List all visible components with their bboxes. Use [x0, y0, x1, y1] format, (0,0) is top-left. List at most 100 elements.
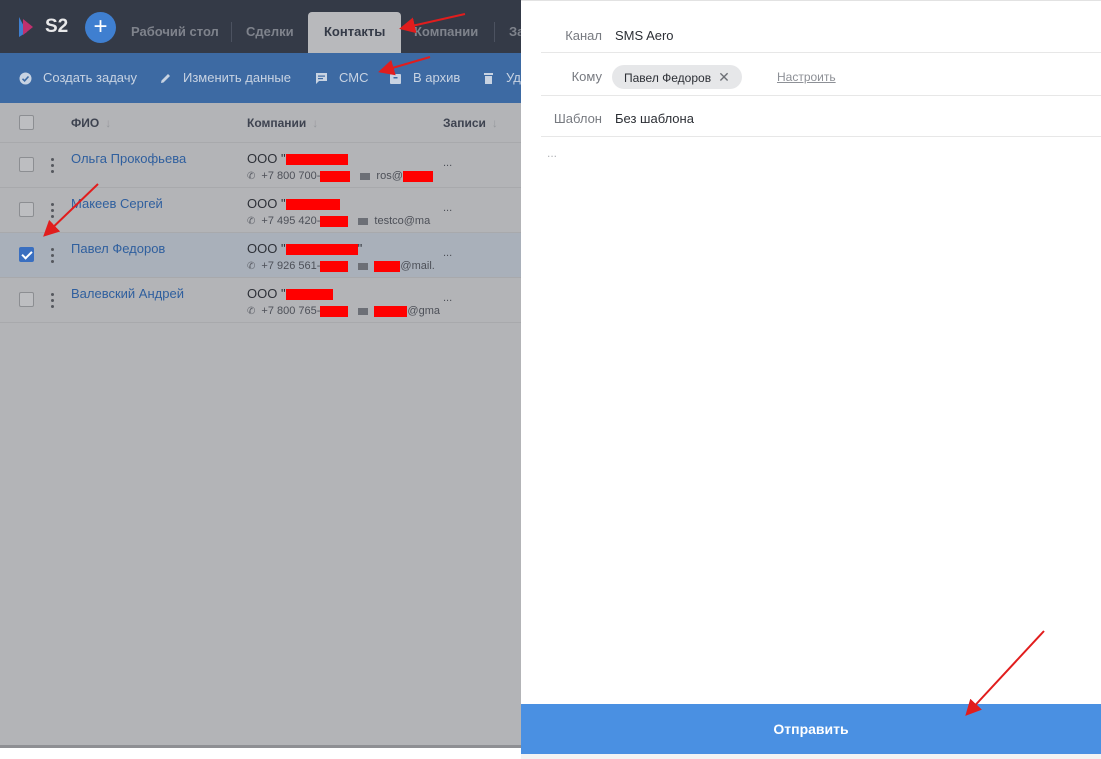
table-row-selected[interactable]: Павел Федоров ООО " " ✆ +7 926 561- @mail…	[0, 233, 521, 278]
send-button[interactable]: Отправить	[521, 704, 1101, 754]
to-label: Кому	[571, 69, 602, 84]
contact-info: ✆ +7 495 420- testco@ma	[247, 215, 430, 227]
logo-mark-icon	[19, 17, 33, 37]
archive-button[interactable]: В архив	[388, 53, 460, 103]
tab-deals[interactable]: Сделки	[230, 12, 310, 53]
company-name[interactable]: ООО " "	[247, 241, 362, 256]
header-records-label: Записи	[443, 116, 486, 130]
company-prefix: ООО "	[247, 151, 286, 166]
company-prefix: ООО "	[247, 286, 286, 301]
company-suffix: "	[357, 241, 363, 256]
redaction-mark	[285, 199, 340, 211]
top-navigation: S2 + Рабочий стол Сделки Контакты Компан…	[0, 0, 521, 53]
redaction-mark	[320, 170, 351, 182]
contacts-table: ФИО ↓ Компании ↓ Записи ↓ Ольга Прокофьева …	[0, 103, 521, 323]
redaction-mark	[374, 305, 408, 317]
tab-desktop[interactable]: Рабочий стол	[115, 12, 235, 53]
template-row: Шаблон Без шаблона	[541, 96, 1101, 137]
company-prefix: ООО "	[247, 196, 286, 211]
table-row[interactable]: Ольга Прокофьева ООО " ✆ +7 800 700- ros…	[0, 143, 521, 188]
phone-icon: ✆	[247, 305, 256, 317]
tab-truncated[interactable]: За	[493, 12, 521, 53]
row-menu-icon[interactable]	[51, 203, 54, 218]
contact-info: ✆ +7 800 765- @gma	[247, 305, 440, 317]
row-checkbox-checked[interactable]	[19, 247, 34, 262]
message-textarea[interactable]: ...	[547, 146, 557, 160]
delete-button[interactable]: Уд	[481, 53, 521, 103]
tab-companies[interactable]: Компании	[398, 12, 494, 53]
redaction-mark	[402, 170, 433, 182]
header-company-label: Компании	[247, 116, 307, 130]
redaction-mark	[320, 215, 349, 227]
contact-name-link[interactable]: Павел Федоров	[71, 241, 165, 256]
row-checkbox[interactable]	[19, 202, 34, 217]
recipient-chip[interactable]: Павел Федоров ✕	[612, 65, 742, 89]
records-cell: ...	[443, 247, 453, 259]
header-records[interactable]: Записи ↓	[443, 116, 498, 130]
redaction-mark	[285, 244, 358, 256]
select-all-checkbox[interactable]	[19, 115, 34, 130]
mail-icon	[358, 262, 369, 270]
mail-icon	[358, 307, 369, 315]
chat-bubble-icon	[314, 71, 328, 85]
row-checkbox[interactable]	[19, 157, 34, 172]
sms-compose-panel: Канал SMS Aero Кому Павел Федоров ✕ Настр…	[521, 0, 1101, 759]
row-checkbox[interactable]	[19, 292, 34, 307]
records-cell: ...	[443, 292, 453, 304]
row-menu-icon[interactable]	[51, 158, 54, 173]
sort-arrow-icon: ↓	[491, 116, 498, 130]
tab-contacts[interactable]: Контакты	[308, 12, 402, 53]
edit-data-label: Изменить данные	[183, 70, 291, 85]
company-name[interactable]: ООО "	[247, 151, 348, 166]
email-address[interactable]: ros@	[376, 170, 402, 182]
app-logo[interactable]: S2	[17, 15, 77, 39]
channel-label: Канал	[565, 28, 602, 43]
template-label: Шаблон	[553, 111, 602, 126]
create-task-button[interactable]: Создать задачу	[18, 53, 137, 103]
phone-number[interactable]: +7 800 765-	[261, 305, 320, 317]
row-menu-icon[interactable]	[51, 248, 54, 263]
contact-name-link[interactable]: Макеев Сергей	[71, 196, 163, 211]
configure-link[interactable]: Настроить	[777, 70, 836, 84]
header-name[interactable]: ФИО ↓	[71, 116, 111, 130]
sms-button[interactable]: СМС	[314, 53, 368, 103]
redaction-mark	[320, 260, 349, 272]
header-name-label: ФИО	[71, 116, 100, 130]
phone-icon: ✆	[247, 215, 256, 227]
table-row[interactable]: Валевский Андрей ООО " ✆ +7 800 765- @gm…	[0, 278, 521, 323]
email-address[interactable]: @gma	[407, 305, 440, 317]
redaction-mark	[285, 154, 348, 166]
check-circle-icon	[18, 71, 32, 85]
header-company[interactable]: Компании ↓	[247, 116, 318, 130]
sort-arrow-icon: ↓	[105, 116, 112, 130]
sort-arrow-icon: ↓	[312, 116, 319, 130]
template-select[interactable]: Без шаблона	[615, 111, 694, 126]
remove-recipient-icon[interactable]: ✕	[718, 69, 730, 85]
table-row[interactable]: Макеев Сергей ООО " ✆ +7 495 420- testco…	[0, 188, 521, 233]
add-button[interactable]: +	[85, 12, 116, 43]
phone-number[interactable]: +7 926 561-	[261, 260, 320, 272]
phone-number[interactable]: +7 800 700-	[261, 170, 320, 182]
channel-select[interactable]: SMS Aero	[615, 28, 674, 43]
redaction-mark	[285, 289, 333, 301]
email-address[interactable]: @mail.	[400, 260, 434, 272]
records-cell: ...	[443, 202, 453, 214]
email-address[interactable]: testco@ma	[374, 215, 430, 227]
scrollbar-track[interactable]	[0, 745, 521, 748]
delete-label: Уд	[506, 70, 521, 85]
contact-info: ✆ +7 926 561- @mail.	[247, 260, 435, 272]
phone-number[interactable]: +7 495 420-	[261, 215, 320, 227]
bulk-action-bar: Создать задачу Изменить данные СМС В арх…	[0, 53, 521, 103]
company-name[interactable]: ООО "	[247, 286, 333, 301]
redaction-mark	[320, 305, 349, 317]
archive-label: В архив	[413, 70, 461, 85]
archive-box-icon	[388, 71, 402, 85]
contact-name-link[interactable]: Валевский Андрей	[71, 286, 184, 301]
panel-footer	[521, 754, 1101, 759]
edit-data-button[interactable]: Изменить данные	[158, 53, 291, 103]
contact-name-link[interactable]: Ольга Прокофьева	[71, 151, 186, 166]
redaction-mark	[374, 260, 401, 272]
row-menu-icon[interactable]	[51, 293, 54, 308]
company-name[interactable]: ООО "	[247, 196, 340, 211]
pencil-icon	[158, 71, 172, 85]
